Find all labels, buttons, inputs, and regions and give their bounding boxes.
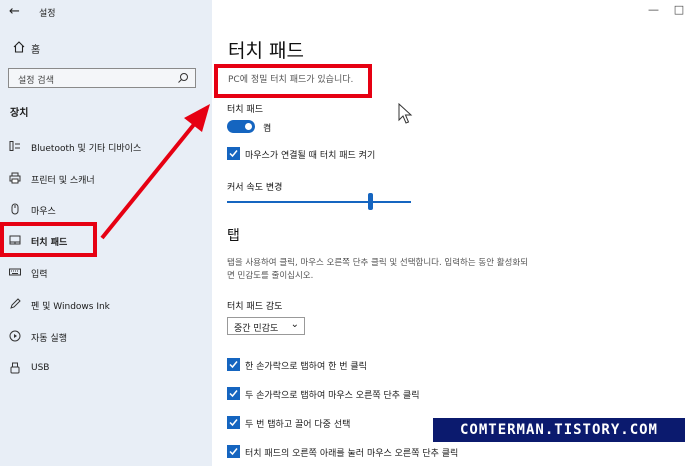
watermark-banner: COMTERMAN.TISTORY.COM <box>433 418 685 442</box>
annotation-arrow <box>100 104 210 240</box>
